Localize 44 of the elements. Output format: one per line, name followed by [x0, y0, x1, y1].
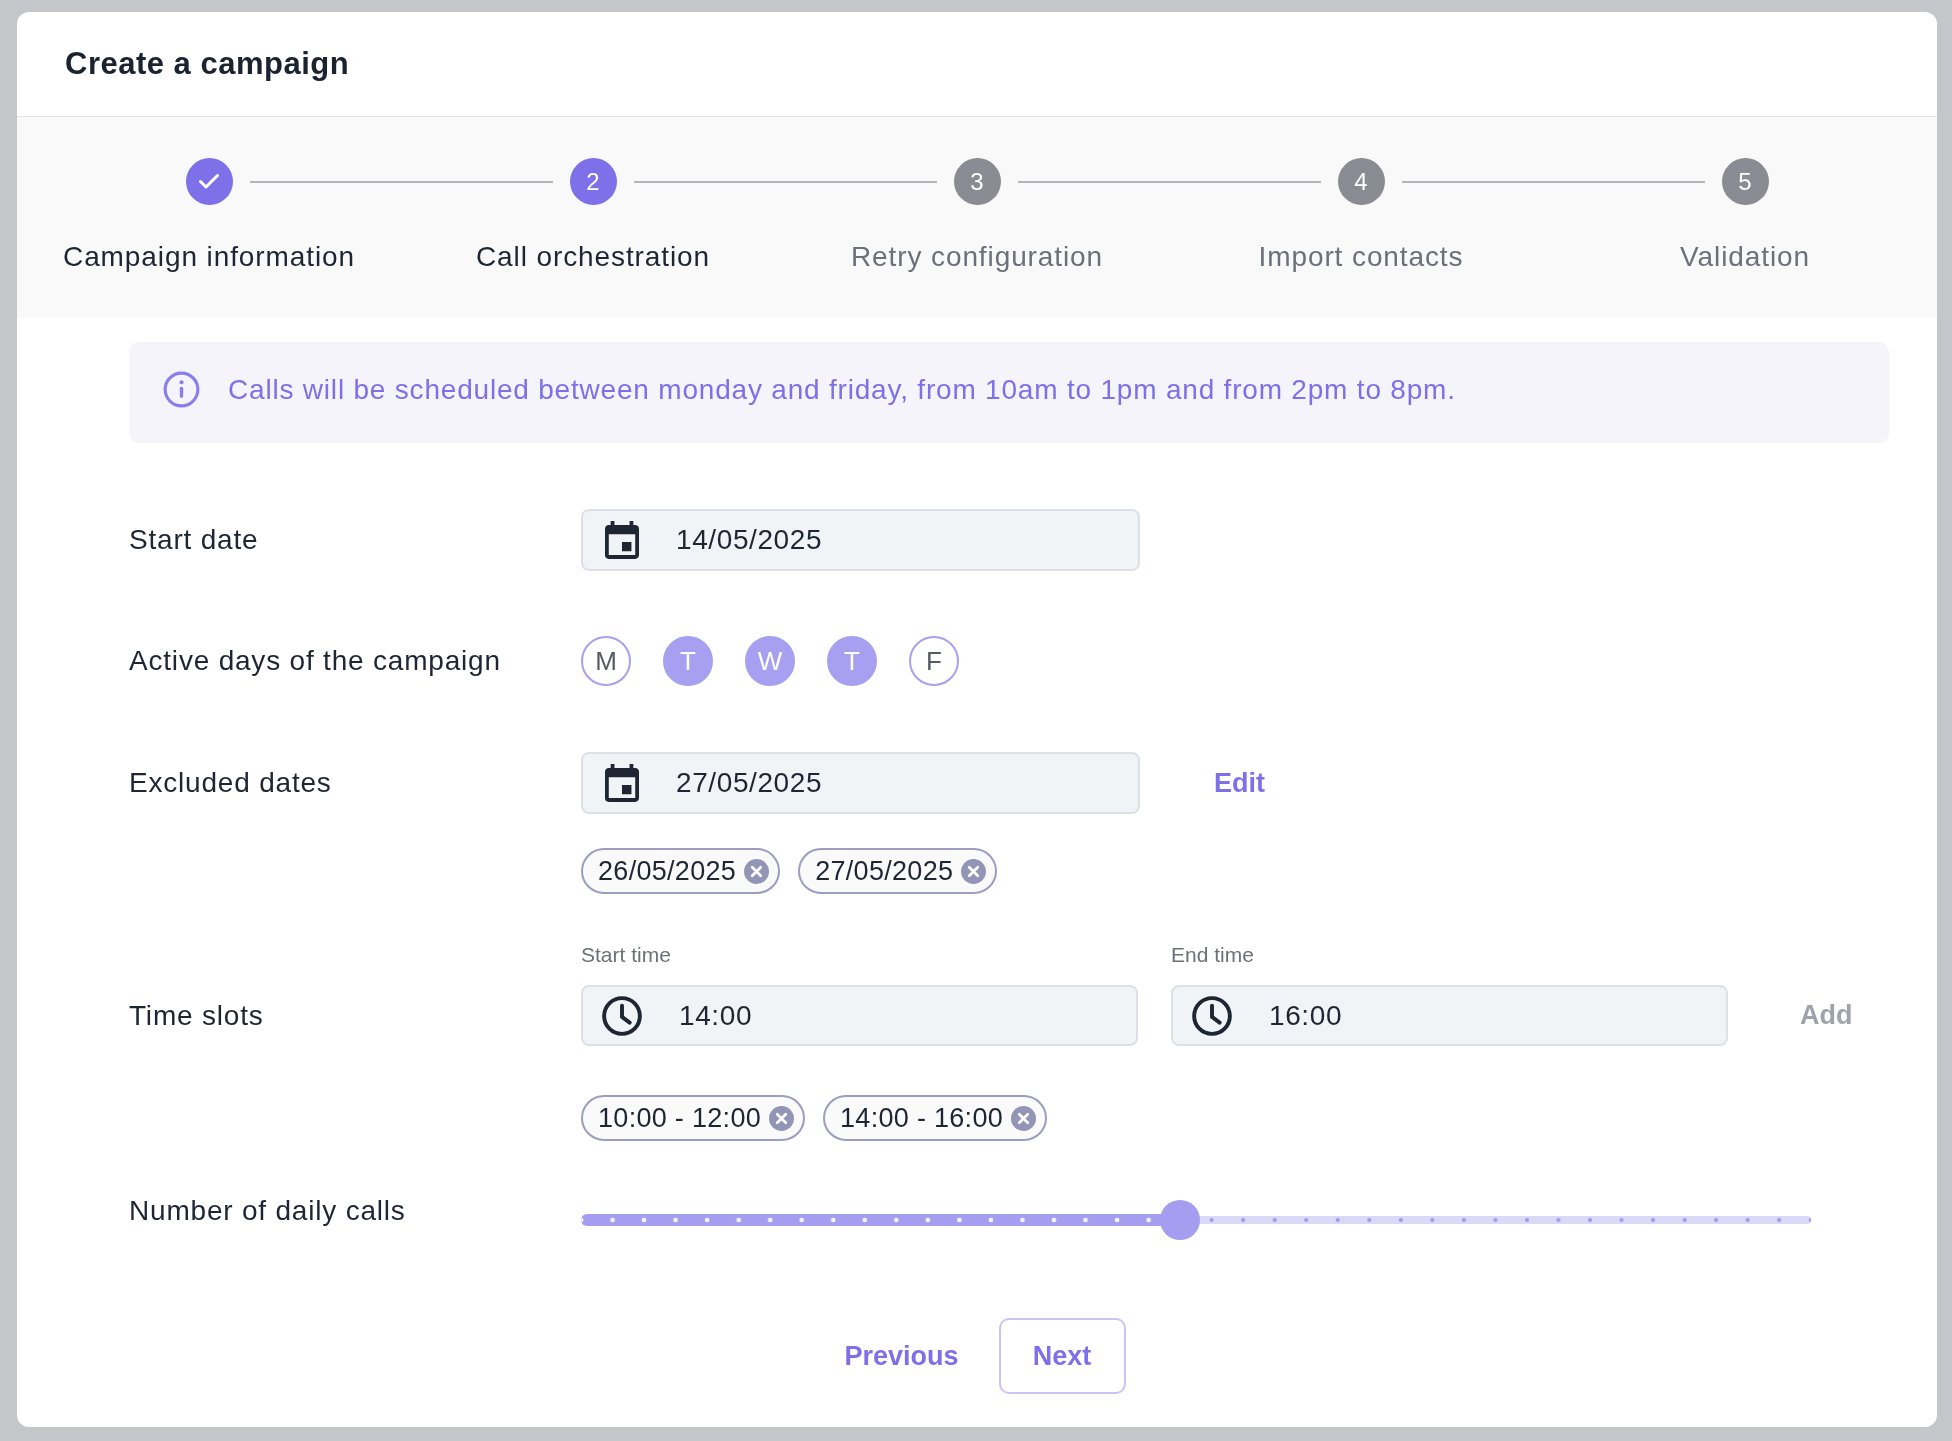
field-label: Number of daily calls: [129, 1195, 407, 1227]
day-toggle[interactable]: W: [745, 636, 795, 686]
step-indicator: 3: [953, 158, 1001, 205]
clock-icon: [602, 995, 642, 1036]
day-toggle[interactable]: M: [581, 636, 631, 686]
field-label: Start time: [581, 944, 672, 966]
close-icon: [769, 1105, 795, 1131]
dialog-title: Create a campaign: [65, 46, 350, 82]
step-label: Call orchestration: [475, 241, 711, 273]
step-label: Import contacts: [1258, 241, 1464, 273]
field-label: Time slots: [129, 999, 265, 1033]
step-indicator: 4: [1337, 158, 1385, 205]
date-field[interactable]: 27/05/2025: [581, 752, 1140, 814]
field-label: End time: [1171, 944, 1255, 966]
step-indicator: 2: [569, 158, 617, 205]
time-field[interactable]: 14:00: [581, 985, 1138, 1046]
edit-button[interactable]: Edit: [1214, 767, 1265, 799]
date-field[interactable]: 14/05/2025: [581, 509, 1140, 571]
calendar-icon: [605, 521, 639, 559]
step-label: Validation: [1680, 241, 1810, 273]
step-indicator: 5: [1721, 158, 1769, 205]
chip-text: 26/05/2025: [598, 855, 737, 887]
close-icon: [744, 858, 770, 884]
chip-text: 10:00 - 12:00: [598, 1102, 762, 1134]
clock-icon: [1192, 995, 1232, 1036]
field-label: Excluded dates: [129, 766, 333, 800]
slider-thumb[interactable]: [1160, 1200, 1200, 1240]
time-field[interactable]: 16:00: [1171, 985, 1728, 1046]
day-toggle[interactable]: F: [909, 636, 959, 686]
step-label: Campaign information: [63, 241, 355, 273]
day-toggle[interactable]: T: [663, 636, 713, 686]
close-icon: [1011, 1105, 1037, 1131]
step-label: Retry configuration: [850, 241, 1104, 273]
calendar-icon: [605, 764, 639, 802]
field-label: Active days of the campaign: [129, 644, 502, 678]
info-icon: [163, 371, 200, 408]
field-label: Start date: [129, 523, 260, 557]
check-icon: [198, 173, 220, 190]
day-toggle[interactable]: T: [827, 636, 877, 686]
close-icon: [961, 858, 987, 884]
info-text: Calls will be scheduled between monday and friday, from 10am to 1pm and from 2pm to 8pm.: [228, 373, 1456, 406]
next-button[interactable]: Next: [998, 1318, 1126, 1394]
chip-text: 27/05/2025: [815, 855, 954, 887]
chip-text: 14:00 - 16:00: [840, 1102, 1004, 1134]
